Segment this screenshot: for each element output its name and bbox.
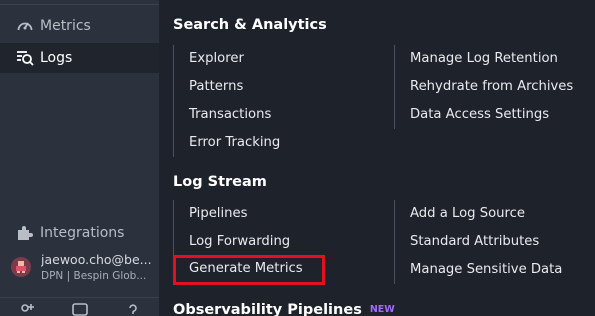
sidebar-item-label: Metrics [40, 18, 91, 34]
user-menu[interactable]: jaewoo.cho@be... DPN | Bespin Glob... [11, 249, 157, 285]
puzzle-icon [15, 223, 35, 243]
chat-icon[interactable] [53, 300, 106, 316]
menu-link-error-tracking[interactable]: Error Tracking [174, 129, 280, 157]
sidebar-footer [0, 300, 159, 316]
menu-link-manage-sensitive-data[interactable]: Manage Sensitive Data [395, 256, 562, 284]
sidebar-item-metrics[interactable]: Metrics [0, 11, 159, 41]
search-analytics-left-column: Explorer Patterns Transactions Error Tra… [173, 45, 280, 157]
invite-user-icon[interactable] [0, 300, 53, 316]
avatar [11, 257, 31, 277]
search-analytics-right-column: Manage Log Retention Rehydrate from Arch… [394, 45, 573, 129]
sidebar-item-label: Integrations [40, 225, 125, 241]
sidebar-divider [0, 297, 159, 298]
menu-link-generate-metrics[interactable]: Generate Metrics [173, 255, 325, 285]
section-title-log-stream: Log Stream [173, 174, 267, 190]
new-badge: NEW [369, 304, 395, 315]
menu-link-explorer[interactable]: Explorer [174, 45, 280, 73]
logs-icon [15, 48, 35, 68]
menu-link-manage-log-retention[interactable]: Manage Log Retention [395, 45, 573, 73]
log-stream-left-column: Pipelines Log Forwarding Generate Metric… [173, 200, 325, 285]
section-title-observability-pipelines: Observability Pipelines NEW [173, 302, 395, 316]
menu-link-add-a-log-source[interactable]: Add a Log Source [395, 200, 562, 228]
section-title-text: Observability Pipelines [173, 302, 362, 316]
menu-link-pipelines[interactable]: Pipelines [174, 200, 322, 228]
menu-link-rehydrate-from-archives[interactable]: Rehydrate from Archives [395, 73, 573, 101]
user-org: DPN | Bespin Glob... [41, 270, 147, 282]
log-stream-right-column: Add a Log Source Standard Attributes Man… [394, 200, 562, 284]
help-icon[interactable] [106, 300, 159, 316]
sidebar-item-logs[interactable]: Logs [0, 43, 159, 73]
user-name: jaewoo.cho@be... [41, 252, 152, 267]
menu-link-patterns[interactable]: Patterns [174, 73, 280, 101]
menu-link-data-access-settings[interactable]: Data Access Settings [395, 101, 573, 129]
sidebar: Metrics Logs Integrations jaewoo.cho@be.… [0, 0, 159, 316]
sidebar-divider [0, 4, 159, 5]
sidebar-item-integrations[interactable]: Integrations [0, 218, 159, 248]
section-title-search-analytics: Search & Analytics [173, 17, 327, 33]
menu-link-transactions[interactable]: Transactions [174, 101, 280, 129]
menu-link-log-forwarding[interactable]: Log Forwarding [174, 228, 322, 256]
menu-link-standard-attributes[interactable]: Standard Attributes [395, 228, 562, 256]
sidebar-item-label: Logs [40, 50, 73, 66]
gauge-icon [15, 16, 35, 36]
logs-menu-panel: Search & Analytics Explorer Patterns Tra… [159, 0, 595, 316]
user-info: jaewoo.cho@be... DPN | Bespin Glob... [41, 252, 153, 282]
